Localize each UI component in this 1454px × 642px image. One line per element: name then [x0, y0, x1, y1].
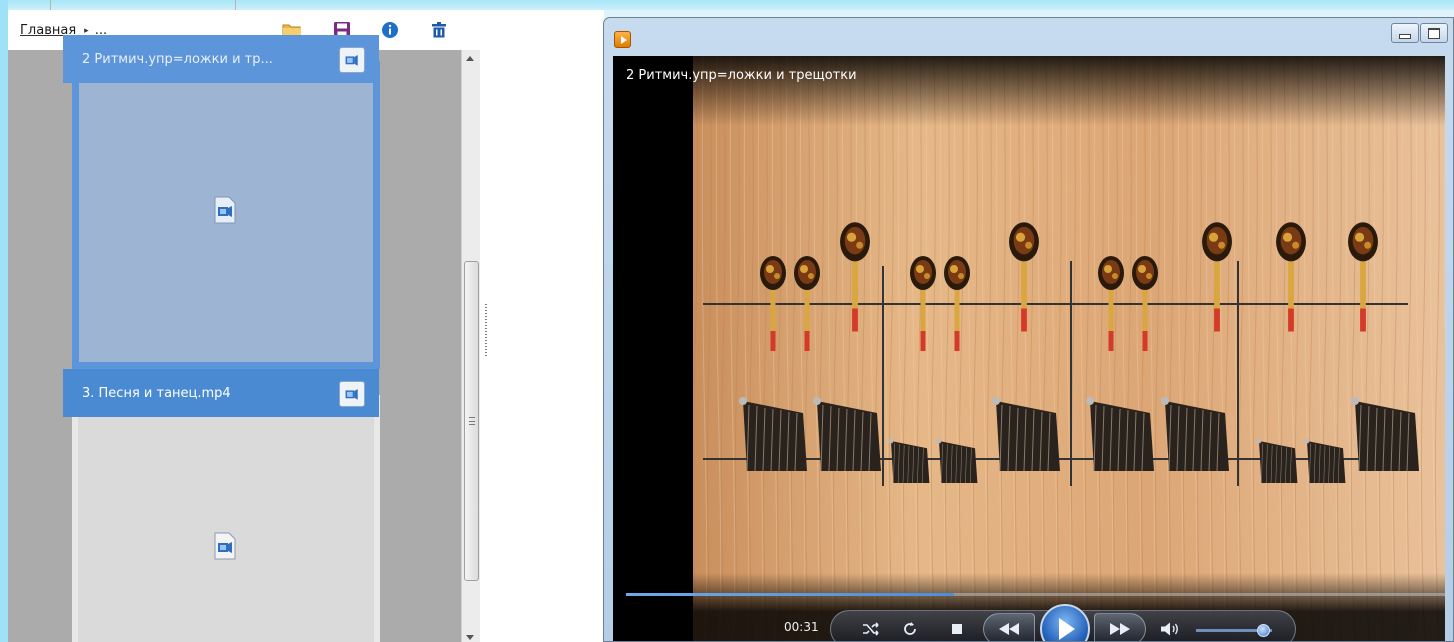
file-card-title[interactable]: 2 Ритмич.упр=ложки и тр... — [63, 35, 379, 83]
video-file-icon — [212, 195, 238, 225]
empty-area — [493, 10, 604, 642]
splitter-grip-icon — [485, 304, 487, 356]
file-card-title[interactable]: 3. Песня и танец.mp4 — [63, 369, 379, 417]
title-overlay: 2 Ритмич.упр=ложки и трещотки — [613, 56, 1445, 126]
media-player-app-icon — [614, 31, 631, 48]
current-time: 00:31 — [784, 620, 819, 634]
tab-divider — [235, 0, 236, 10]
stop-icon[interactable] — [947, 619, 967, 639]
video-file-icon — [212, 531, 238, 561]
info-icon[interactable] — [380, 20, 400, 40]
file-list — [8, 50, 461, 642]
scroll-down-arrow-icon[interactable] — [466, 635, 474, 640]
video-frame-image — [693, 56, 1445, 641]
breadcrumb-separator: ▸ — [84, 25, 89, 36]
seek-bar-progress — [626, 593, 954, 596]
playback-controls: 00:31 — [613, 573, 1445, 641]
volume-icon[interactable] — [1158, 618, 1182, 640]
video-file-icon — [339, 381, 365, 407]
file-card-selected[interactable] — [72, 61, 380, 369]
minimize-button[interactable] — [1391, 23, 1419, 43]
tab-divider — [50, 0, 51, 10]
video-display[interactable]: 2 Ритмич.упр=ложки и трещотки 00:31 — [613, 56, 1445, 641]
scroll-thumb[interactable] — [464, 261, 479, 581]
shuffle-icon[interactable] — [860, 618, 882, 640]
media-player-window: 2 Ритмич.упр=ложки и трещотки 00:31 — [603, 17, 1454, 642]
previous-button[interactable] — [983, 613, 1035, 641]
volume-slider-knob[interactable] — [1257, 624, 1270, 637]
file-card-title-text: 2 Ритмич.упр=ложки и тр... — [82, 51, 273, 67]
file-browser-panel: Главная ▸ ... 2 Ритмич.упр=ложки и тр...… — [8, 10, 480, 642]
window-titlebar[interactable] — [604, 18, 1453, 56]
seek-bar[interactable] — [626, 593, 1445, 596]
file-card-title-text: 3. Песня и танец.mp4 — [82, 385, 231, 401]
video-title: 2 Ритмич.упр=ложки и трещотки — [626, 68, 857, 83]
repeat-icon[interactable] — [899, 618, 921, 640]
grip-icon — [469, 417, 475, 425]
vertical-scrollbar[interactable] — [461, 50, 480, 642]
panel-splitter[interactable] — [480, 10, 493, 642]
desktop-frame-left — [0, 0, 8, 642]
next-button[interactable] — [1094, 613, 1146, 641]
delete-icon[interactable] — [429, 20, 449, 40]
scroll-up-arrow-icon[interactable] — [466, 56, 474, 61]
video-file-icon — [339, 47, 365, 73]
maximize-button[interactable] — [1420, 23, 1448, 43]
desktop-frame-top — [0, 0, 1454, 10]
file-card[interactable] — [72, 395, 380, 642]
